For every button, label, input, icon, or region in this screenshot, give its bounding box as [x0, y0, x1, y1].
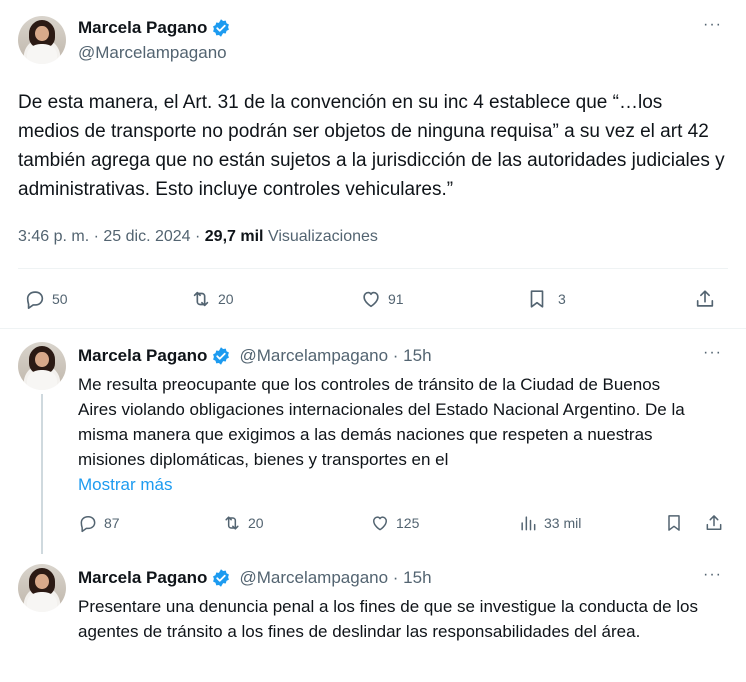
reply-header: Marcela Pagano @Marcelampagano · 15h: [78, 566, 432, 590]
reply-count: 87: [104, 515, 120, 531]
thread-line: [41, 394, 43, 554]
author-block: Marcela Pagano @Marcelampagano: [78, 16, 231, 63]
avatar[interactable]: [18, 564, 66, 612]
verified-badge-icon: [213, 569, 230, 587]
author-name[interactable]: Marcela Pagano: [78, 568, 207, 588]
reply-body: Me resulta preocupante que los controles…: [78, 375, 685, 469]
bookmark-count: 3: [558, 291, 566, 307]
share-icon: [706, 515, 722, 530]
author-handle[interactable]: @Marcelampagano: [78, 43, 231, 63]
verified-badge-icon: [213, 19, 230, 37]
like-button[interactable]: 91: [360, 288, 404, 310]
repost-icon: [193, 291, 209, 307]
avatar-face: [35, 351, 49, 367]
bookmark-icon: [530, 290, 544, 308]
analytics-icon: [521, 516, 536, 531]
avatar-face: [35, 573, 49, 589]
tweet-timestamp[interactable]: 3:46 p. m. · 25 dic. 2024 ·: [18, 228, 200, 245]
author-name[interactable]: Marcela Pagano: [78, 18, 207, 38]
author-handle[interactable]: @Marcelampagano · 15h: [239, 568, 431, 588]
like-count: 91: [388, 291, 404, 307]
reply-button[interactable]: 87: [78, 513, 120, 533]
tweet-text: De esta manera, el Art. 31 de la convenc…: [18, 92, 725, 200]
reply-header: Marcela Pagano @Marcelampagano · 15h: [78, 344, 432, 368]
avatar-face: [35, 25, 49, 41]
heart-icon: [363, 291, 379, 308]
reply-button[interactable]: 50: [24, 288, 68, 310]
author-handle[interactable]: @Marcelampagano · 15h: [239, 346, 431, 366]
show-more-link[interactable]: Mostrar más: [78, 472, 698, 497]
bookmark-button[interactable]: 3: [526, 288, 566, 310]
views-count: 29,7 mil: [204, 228, 264, 245]
reply-text: Me resulta preocupante que los controles…: [78, 372, 698, 497]
more-options-icon[interactable]: ···: [703, 16, 722, 34]
bookmark-icon: [668, 515, 680, 531]
repost-icon: [225, 516, 239, 530]
bookmark-button[interactable]: [664, 513, 684, 533]
avatar-body: [26, 43, 58, 64]
tweet-meta: 3:46 p. m. · 25 dic. 2024 · 29,7 mil Vis…: [18, 228, 378, 246]
reply-text: Presentare una denuncia penal a los fine…: [78, 597, 698, 641]
avatar-body: [26, 591, 58, 612]
views-label: Visualizaciones: [267, 228, 378, 245]
avatar[interactable]: [18, 16, 66, 64]
divider: [18, 268, 728, 269]
repost-count: 20: [248, 515, 264, 531]
reply-icon: [80, 516, 96, 533]
reply-count: 50: [52, 291, 68, 307]
avatar[interactable]: [18, 342, 66, 390]
heart-icon: [373, 516, 387, 531]
like-button[interactable]: 125: [370, 513, 419, 533]
share-button[interactable]: [704, 513, 724, 533]
reply-icon: [26, 291, 44, 309]
avatar-body: [26, 369, 58, 390]
more-options-icon[interactable]: ···: [703, 566, 722, 584]
share-button[interactable]: [694, 288, 716, 310]
divider: [0, 328, 746, 329]
like-count: 125: [396, 515, 420, 531]
author-name[interactable]: Marcela Pagano: [78, 346, 207, 366]
verified-badge-icon: [213, 347, 230, 365]
more-options-icon[interactable]: ···: [703, 344, 722, 362]
repost-button[interactable]: 20: [222, 513, 264, 533]
share-icon: [696, 290, 714, 307]
views-count: 33 mil: [544, 515, 582, 531]
views-button[interactable]: 33 mil: [518, 513, 581, 533]
repost-count: 20: [218, 291, 234, 307]
repost-button[interactable]: 20: [190, 288, 234, 310]
